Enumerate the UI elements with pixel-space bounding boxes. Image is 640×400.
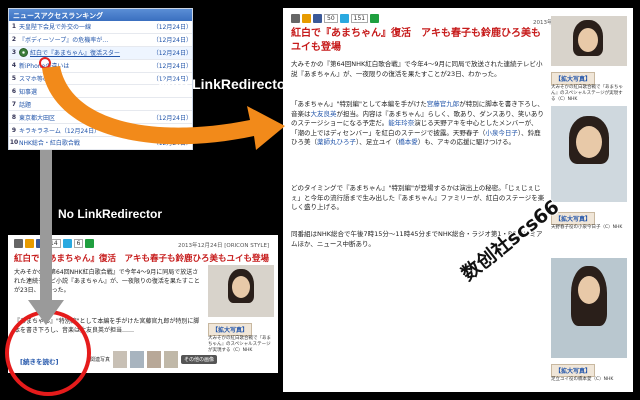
photo-block-3: 【拡大写真】 天野春子役の小泉今日子（C）NHK (551, 206, 627, 231)
ranking-number: 5 (11, 75, 17, 82)
share-bar: 14 6 (14, 239, 95, 248)
ranking-item[interactable]: 8 東京都大田区 （12月24日） (9, 111, 192, 125)
ranking-item[interactable]: 7 話題 (9, 98, 192, 112)
photo-block-4: 【拡大写真】 足立ユイ役の橋本愛（C）NHK (551, 258, 627, 383)
ranking-item[interactable]: 1 天皇陛下会見で外交の一線 （12月24日） (9, 21, 192, 34)
ranking-title[interactable]: 『ボディーソープ』の危機率が… (19, 35, 151, 44)
ranking-title[interactable]: NHK総合・紅白歌合戦 (19, 138, 151, 147)
related-thumb-1[interactable] (113, 351, 128, 368)
ranking-number: 10 (9, 139, 19, 147)
link-kudo-kankuro[interactable]: 宮藤官九郎 (427, 100, 460, 108)
ranking-item[interactable]: 3 紅白で『あまちゃん』復活スター （12月24日） (9, 46, 192, 60)
related-thumb-3[interactable] (147, 351, 162, 368)
cursor-highlight-mark (39, 57, 51, 69)
article-headline: 紅白で『あまちゃん』復活 アキも春子も鈴鹿ひろ美もユイも登場 (291, 28, 541, 53)
link-yakushimaru-hiroko[interactable]: 薬師丸ひろ子 (317, 138, 356, 146)
photo-block-1: 【拡大写真】 大みそかの紅白歌合戦で『あまちゃん』のスペシャルステージが実現する… (551, 16, 627, 103)
facebook-icon[interactable] (36, 239, 45, 248)
google-plus-icon[interactable] (370, 14, 380, 23)
facebook-count: 14 (47, 239, 61, 248)
ranking-date: （12月24日） (152, 50, 192, 58)
ranking-title[interactable]: 話題 (19, 100, 190, 109)
redirector-icon (19, 48, 28, 58)
article-paragraph-1: 大みそかの『第64回NHK紅白歌合戦』で今年4〜9月に同局で放送された連続テレビ… (14, 269, 200, 294)
photo-caption-2: 天野春子役の小泉今日子（C）NHK (551, 225, 623, 230)
link-nonen-rena[interactable]: 能年玲奈 (388, 119, 414, 127)
ranking-item[interactable]: 9 キラキラネーム（12月24日） (9, 124, 192, 138)
facebook-count: 50 (324, 14, 338, 23)
ranking-number: 9 (11, 126, 17, 134)
twitter-count: 151 (350, 14, 369, 23)
photo-caption-4: 足立ユイ役の橋本愛（C）NHK (551, 377, 614, 382)
photo-caption-1: 大みそかの紅白歌合戦で『あまちゃん』のスペシャルステージが実現する（C）NHK (551, 85, 623, 102)
photo-1[interactable] (551, 16, 627, 66)
related-photos-label: 関連写真 (90, 357, 111, 363)
ranking-date: （12月24日） (152, 63, 192, 71)
print-icon[interactable] (291, 14, 300, 23)
link-hashimoto-ai[interactable]: 橋本愛 (398, 138, 418, 146)
ranking-number: 7 (11, 100, 17, 108)
related-thumb-4[interactable] (164, 351, 179, 368)
ranking-number: 3 (11, 49, 17, 57)
share-bar: 50 151 (291, 14, 380, 23)
google-plus-icon[interactable] (85, 239, 95, 248)
ranking-date: （12月24日） (152, 140, 192, 148)
ranking-item[interactable]: 2 『ボディーソープ』の危機率が… （12月24日） (9, 34, 192, 47)
twitter-icon[interactable] (62, 239, 72, 248)
article-with-redirector: 50 151 2013年12月24日 [ORICON STYLE] 紅白で『あま… (283, 8, 633, 392)
ranking-number: 2 (11, 36, 17, 44)
enlarge-photo-link[interactable]: 【拡大写真】 (208, 323, 253, 336)
ranking-date: （12月24日） (152, 37, 192, 45)
ranking-item[interactable]: 10 NHK総合・紅白歌合戦 （12月24日） (9, 137, 192, 150)
ranking-number: 4 (11, 62, 17, 70)
ranking-item[interactable]: 4 新iPhoneの違いは （12月24日） (9, 60, 192, 73)
mixi-icon[interactable] (25, 239, 34, 248)
article-paragraph-1: 大みそかの『第64回NHK紅白歌合戦』で今年4〜9月に同局で放送された連続テレビ… (291, 60, 543, 78)
link-koizumi-kyoko[interactable]: 小泉今日子 (485, 129, 518, 137)
twitter-count: 6 (73, 239, 84, 248)
mixi-icon[interactable] (302, 14, 311, 23)
ranking-title[interactable]: 東京都大田区 (19, 113, 151, 122)
link-otomo-yoshihide[interactable]: 大友良英 (311, 110, 337, 118)
bottom-photo[interactable] (208, 265, 274, 317)
related-thumb-2[interactable] (130, 351, 145, 368)
facebook-icon[interactable] (313, 14, 322, 23)
with-redirector-label: With LinkRedirector (158, 76, 291, 92)
no-redirector-label: No LinkRedirector (58, 207, 163, 221)
ranking-number: 6 (11, 87, 17, 95)
article-paragraph-3: どのタイミングで『あまちゃん』"特別編"が登場するかは演出上の秘密。「じぇじぇじ… (291, 184, 545, 211)
photo-2[interactable] (551, 106, 627, 202)
read-more-highlight-circle (5, 310, 91, 396)
ranking-date: （12月24日） (152, 114, 192, 122)
article-headline: 紅白で『あまちゃん』復活 アキも春子も鈴鹿ひろ美もユイも登場 (14, 254, 270, 264)
enlarge-photo-link-1[interactable]: 【拡大写真】 (551, 72, 596, 85)
photo-block-2 (551, 106, 627, 202)
ranking-title[interactable]: スマホ等の料金 (19, 74, 151, 83)
ranking-header: ニュースアクセスランキング (9, 9, 192, 21)
ranking-title[interactable]: キラキラネーム（12月24日） (19, 126, 190, 135)
article-paragraph-2: 「あまちゃん」"特別編"として本編を手がけた宮藤官九郎が特別に脚本を書き下ろし、… (291, 100, 544, 146)
ranking-number: 8 (11, 113, 17, 121)
twitter-icon[interactable] (339, 14, 349, 23)
enlarge-photo-link-4[interactable]: 【拡大写真】 (551, 364, 596, 377)
ranking-date: （12月24日） (152, 24, 192, 32)
more-images-button[interactable]: その他の画像 (181, 355, 218, 364)
ranking-number: 1 (11, 23, 17, 31)
article-date: 2013年12月24日 [ORICON STYLE] (178, 243, 270, 249)
ranking-title[interactable]: 紅白で『あまちゃん』復活スター (30, 48, 151, 57)
bottom-photo-caption: 大みそかの紅白歌合戦で『あまちゃん』のスペシャルステージが実現する（C）NHK (208, 336, 271, 353)
photo-4[interactable] (551, 258, 627, 358)
related-photos: 関連写真 その他の画像 (90, 351, 218, 368)
print-icon[interactable] (14, 239, 23, 248)
bottom-photo-block: 【拡大写真】 大みそかの紅白歌合戦で『あまちゃん』のスペシャルステージが実現する… (208, 265, 274, 354)
ranking-title[interactable]: 天皇陛下会見で外交の一線 (19, 22, 151, 31)
